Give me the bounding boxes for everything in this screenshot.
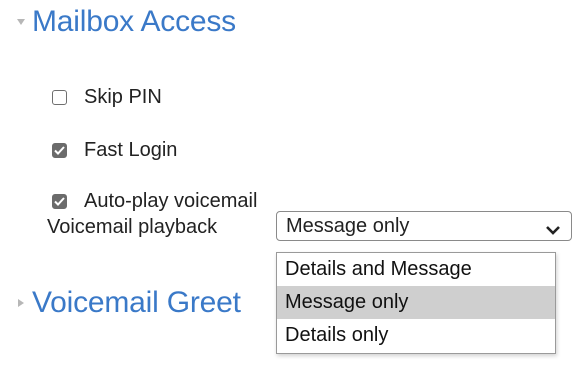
fast-login-label: Fast Login — [84, 139, 178, 161]
settings-panel: Mailbox Access Skip PIN Fast Login Auto-… — [0, 0, 584, 367]
section-title: Mailbox Access — [32, 5, 236, 38]
skip-pin-row[interactable]: Skip PIN — [52, 86, 162, 109]
auto-play-row[interactable]: Auto-play voicemail — [52, 190, 257, 213]
check-icon — [54, 197, 65, 206]
auto-play-label: Auto-play voicemail — [84, 190, 258, 212]
skip-pin-label: Skip PIN — [84, 86, 162, 108]
voicemail-playback-label: Voicemail playback — [47, 216, 218, 238]
select-value: Message only — [286, 214, 410, 237]
fast-login-checkbox[interactable] — [52, 143, 67, 158]
playback-dropdown-list[interactable]: Details and Message Message only Details… — [276, 252, 556, 354]
auto-play-checkbox[interactable] — [52, 194, 67, 209]
section-header-voicemail-greeting[interactable]: Voicemail Greet — [10, 288, 241, 318]
caret-right-icon[interactable] — [10, 298, 32, 308]
fast-login-row[interactable]: Fast Login — [52, 139, 177, 162]
dropdown-option-selected[interactable]: Message only — [277, 286, 555, 319]
dropdown-option[interactable]: Details only — [277, 319, 555, 352]
chevron-down-icon[interactable] — [545, 219, 561, 242]
check-icon — [54, 146, 65, 155]
section-title: Voicemail Greet — [32, 286, 241, 319]
caret-down-icon[interactable] — [10, 18, 32, 26]
voicemail-playback-select[interactable]: Message only — [276, 211, 572, 241]
dropdown-option[interactable]: Details and Message — [277, 253, 555, 286]
skip-pin-checkbox[interactable] — [52, 90, 67, 105]
section-header-mailbox-access[interactable]: Mailbox Access — [10, 7, 236, 37]
